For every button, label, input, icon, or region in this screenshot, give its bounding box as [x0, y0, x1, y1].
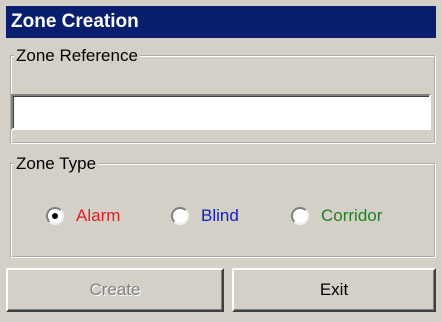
radio-corridor-label[interactable]: Corridor: [321, 206, 382, 226]
zone-reference-legend: Zone Reference: [16, 46, 138, 65]
exit-button-label: Exit: [319, 280, 349, 299]
radio-blind-indicator[interactable]: [171, 207, 189, 225]
zone-type-radio-group: Alarm Blind Corridor: [46, 203, 426, 229]
create-button-label: Create: [89, 280, 141, 299]
window-title: Zone Creation: [6, 6, 436, 38]
radio-blind[interactable]: Blind: [171, 203, 239, 229]
zone-type-legend: Zone Type: [16, 154, 97, 173]
radio-alarm[interactable]: Alarm: [46, 203, 120, 229]
zone-reference-input[interactable]: [11, 94, 431, 130]
radio-corridor[interactable]: Corridor: [291, 203, 382, 229]
radio-alarm-indicator[interactable]: [46, 207, 64, 225]
zone-creation-dialog: Zone Creation Zone Reference Zone Type A…: [0, 0, 442, 322]
create-button[interactable]: Create: [6, 268, 224, 312]
radio-blind-label[interactable]: Blind: [201, 206, 239, 226]
radio-corridor-indicator[interactable]: [291, 207, 309, 225]
radio-alarm-label[interactable]: Alarm: [76, 206, 120, 226]
exit-button[interactable]: Exit: [232, 268, 436, 312]
